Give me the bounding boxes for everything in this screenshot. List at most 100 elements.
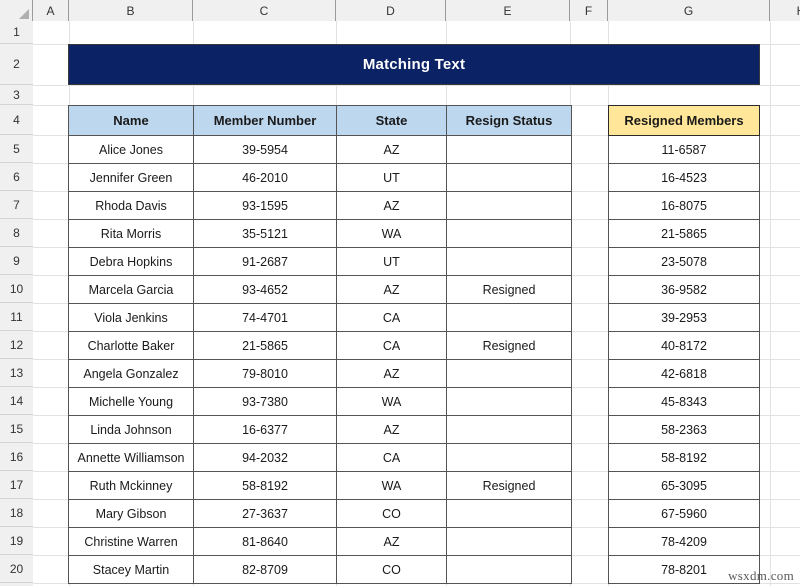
cell-state[interactable]: WA [337, 472, 447, 500]
cell-resigned-member-number[interactable]: 23-5078 [609, 248, 760, 276]
cell-member-number[interactable]: 35-5121 [194, 220, 337, 248]
cell-resign-status[interactable] [447, 500, 572, 528]
column-header-d[interactable]: D [336, 0, 446, 21]
cell-resign-status[interactable] [447, 444, 572, 472]
row-header-4[interactable]: 4 [0, 105, 33, 135]
row-header-20[interactable]: 20 [0, 555, 33, 583]
row-header-19[interactable]: 19 [0, 527, 33, 555]
cell-member-number[interactable]: 82-8709 [194, 556, 337, 584]
row-header-6[interactable]: 6 [0, 163, 33, 191]
cell-name[interactable]: Michelle Young [69, 388, 194, 416]
cell-resigned-member-number[interactable]: 65-3095 [609, 472, 760, 500]
column-header-g[interactable]: G [608, 0, 770, 21]
row-header-11[interactable]: 11 [0, 303, 33, 331]
cell-state[interactable]: AZ [337, 136, 447, 164]
cell-name[interactable]: Rita Morris [69, 220, 194, 248]
row-header-14[interactable]: 14 [0, 387, 33, 415]
column-header-f[interactable]: F [570, 0, 608, 21]
cell-state[interactable]: AZ [337, 192, 447, 220]
cell-resign-status[interactable] [447, 248, 572, 276]
cell-member-number[interactable]: 93-7380 [194, 388, 337, 416]
cell-state[interactable]: AZ [337, 416, 447, 444]
cell-member-number[interactable]: 81-8640 [194, 528, 337, 556]
cell-state[interactable]: CO [337, 556, 447, 584]
cell-state[interactable]: AZ [337, 360, 447, 388]
column-header-a[interactable]: A [33, 0, 69, 21]
cell-resigned-member-number[interactable]: 39-2953 [609, 304, 760, 332]
cell-name[interactable]: Angela Gonzalez [69, 360, 194, 388]
cell-resign-status[interactable] [447, 164, 572, 192]
row-header-12[interactable]: 12 [0, 331, 33, 359]
column-header-c[interactable]: C [193, 0, 336, 21]
row-header-9[interactable]: 9 [0, 247, 33, 275]
column-header-e[interactable]: E [446, 0, 570, 21]
row-header-2[interactable]: 2 [0, 44, 33, 85]
cell-state[interactable]: CA [337, 332, 447, 360]
cell-resign-status[interactable] [447, 416, 572, 444]
cell-member-number[interactable]: 16-6377 [194, 416, 337, 444]
cell-member-number[interactable]: 91-2687 [194, 248, 337, 276]
cell-member-number[interactable]: 39-5954 [194, 136, 337, 164]
cell-state[interactable]: CA [337, 304, 447, 332]
cell-name[interactable]: Viola Jenkins [69, 304, 194, 332]
cell-name[interactable]: Rhoda Davis [69, 192, 194, 220]
cell-state[interactable]: UT [337, 164, 447, 192]
row-header-18[interactable]: 18 [0, 499, 33, 527]
cell-resign-status[interactable] [447, 388, 572, 416]
cell-member-number[interactable]: 58-8192 [194, 472, 337, 500]
cell-resign-status[interactable] [447, 136, 572, 164]
cell-state[interactable]: UT [337, 248, 447, 276]
cell-name[interactable]: Ruth Mckinney [69, 472, 194, 500]
row-header-17[interactable]: 17 [0, 471, 33, 499]
cell-resigned-member-number[interactable]: 67-5960 [609, 500, 760, 528]
cell-resigned-member-number[interactable]: 58-8192 [609, 444, 760, 472]
cell-name[interactable]: Alice Jones [69, 136, 194, 164]
cell-resign-status[interactable] [447, 192, 572, 220]
row-header-8[interactable]: 8 [0, 219, 33, 247]
cell-resign-status[interactable] [447, 360, 572, 388]
row-header-1[interactable]: 1 [0, 21, 33, 44]
cell-name[interactable]: Charlotte Baker [69, 332, 194, 360]
cell-name[interactable]: Linda Johnson [69, 416, 194, 444]
cell-member-number[interactable]: 21-5865 [194, 332, 337, 360]
cell-member-number[interactable]: 27-3637 [194, 500, 337, 528]
cell-name[interactable]: Debra Hopkins [69, 248, 194, 276]
cell-resigned-member-number[interactable]: 58-2363 [609, 416, 760, 444]
cell-resigned-member-number[interactable]: 21-5865 [609, 220, 760, 248]
cell-member-number[interactable]: 93-1595 [194, 192, 337, 220]
cell-name[interactable]: Christine Warren [69, 528, 194, 556]
row-header-7[interactable]: 7 [0, 191, 33, 219]
cell-state[interactable]: AZ [337, 528, 447, 556]
cell-state[interactable]: CO [337, 500, 447, 528]
cell-resign-status[interactable]: Resigned [447, 276, 572, 304]
cell-resign-status[interactable] [447, 220, 572, 248]
cell-resigned-member-number[interactable]: 16-4523 [609, 164, 760, 192]
cell-resigned-member-number[interactable]: 11-6587 [609, 136, 760, 164]
cell-resigned-member-number[interactable]: 40-8172 [609, 332, 760, 360]
cell-resign-status[interactable]: Resigned [447, 472, 572, 500]
row-header-13[interactable]: 13 [0, 359, 33, 387]
cell-member-number[interactable]: 94-2032 [194, 444, 337, 472]
column-header-h[interactable]: H [770, 0, 800, 21]
cell-name[interactable]: Marcela Garcia [69, 276, 194, 304]
cell-member-number[interactable]: 79-8010 [194, 360, 337, 388]
cell-resigned-member-number[interactable]: 78-4209 [609, 528, 760, 556]
cell-state[interactable]: WA [337, 220, 447, 248]
cell-member-number[interactable]: 74-4701 [194, 304, 337, 332]
cell-resign-status[interactable] [447, 528, 572, 556]
cell-name[interactable]: Jennifer Green [69, 164, 194, 192]
cell-member-number[interactable]: 93-4652 [194, 276, 337, 304]
column-header-b[interactable]: B [69, 0, 193, 21]
cell-resigned-member-number[interactable]: 42-6818 [609, 360, 760, 388]
cell-resigned-member-number[interactable]: 36-9582 [609, 276, 760, 304]
select-all-corner[interactable] [0, 0, 33, 21]
cell-state[interactable]: CA [337, 444, 447, 472]
row-header-5[interactable]: 5 [0, 135, 33, 163]
row-header-3[interactable]: 3 [0, 85, 33, 105]
cell-state[interactable]: AZ [337, 276, 447, 304]
cell-resigned-member-number[interactable]: 16-8075 [609, 192, 760, 220]
row-header-15[interactable]: 15 [0, 415, 33, 443]
cell-state[interactable]: WA [337, 388, 447, 416]
cell-name[interactable]: Annette Williamson [69, 444, 194, 472]
cell-name[interactable]: Mary Gibson [69, 500, 194, 528]
